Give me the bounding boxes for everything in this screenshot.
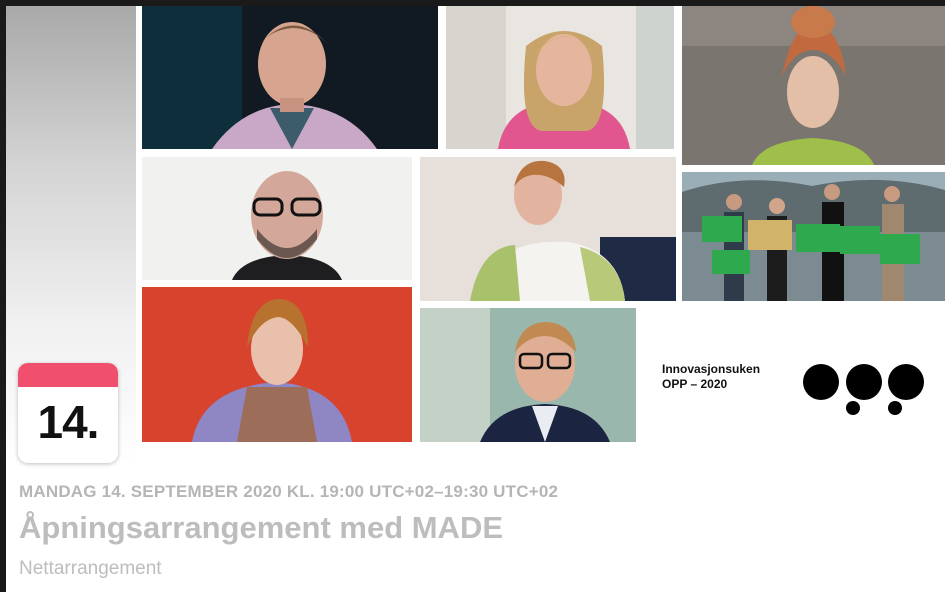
organizer-label: Innovasjonsuken OPP – 2020 bbox=[662, 362, 760, 392]
date-badge: 14. bbox=[18, 363, 118, 463]
organizer-line-2: OPP – 2020 bbox=[662, 377, 728, 391]
photo-group-with-award-signs bbox=[682, 172, 945, 301]
event-datetime: MANDAG 14. SEPTEMBER 2020 KL. 19:00 UTC+… bbox=[19, 482, 559, 501]
photo-portrait-man-glasses-suit bbox=[420, 308, 636, 442]
event-title[interactable]: Åpningsarrangement med MADE bbox=[19, 510, 503, 546]
photo-portrait-blonde-woman-pink-top bbox=[446, 6, 674, 149]
event-kind: Nettarrangement bbox=[19, 558, 162, 579]
photo-portrait-woman-red-hair-updo bbox=[682, 6, 945, 165]
organizer-line-1: Innovasjonsuken bbox=[662, 362, 761, 376]
photo-portrait-young-man-reclining bbox=[420, 157, 676, 301]
opp-logo-icon bbox=[802, 362, 928, 418]
photo-portrait-bald-man-glasses bbox=[142, 157, 412, 280]
event-cover-card[interactable]: Innovasjonsuken OPP – 2020 14. MANDAG 14… bbox=[6, 6, 945, 592]
photo-portrait-woman-scarf-red-background bbox=[142, 287, 412, 442]
date-badge-day: 14. bbox=[37, 396, 100, 448]
photo-portrait-young-man-suit bbox=[142, 6, 438, 149]
date-badge-strip bbox=[18, 363, 118, 387]
